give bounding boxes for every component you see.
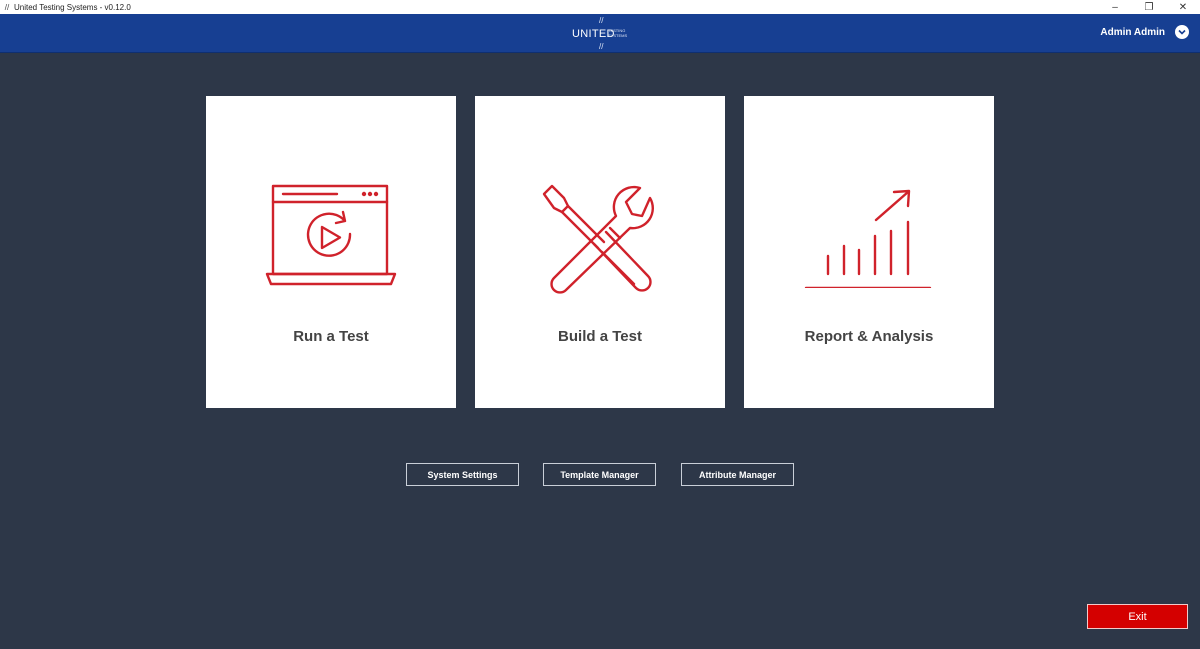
logo-subtext: TESTING SYSTEMS: [608, 28, 627, 38]
window-title: United Testing Systems - v0.12.0: [14, 2, 131, 12]
restore-icon[interactable]: ❐: [1132, 0, 1166, 14]
user-name: Admin Admin: [1100, 26, 1165, 38]
app-header: // UNITED TESTING SYSTEMS // Admin Admin: [0, 14, 1200, 53]
run-test-card[interactable]: Run a Test: [206, 96, 456, 408]
chevron-down-icon[interactable]: [1175, 25, 1189, 39]
logo-slash-bottom: //: [599, 42, 604, 51]
build-test-label: Build a Test: [558, 328, 642, 345]
bar-chart-growth-icon: [804, 189, 932, 288]
report-analysis-label: Report & Analysis: [804, 328, 934, 345]
minimize-icon[interactable]: –: [1098, 0, 1132, 14]
tools-icon: [542, 184, 654, 294]
template-manager-button[interactable]: Template Manager: [543, 463, 656, 486]
build-test-card[interactable]: Build a Test: [475, 96, 725, 408]
attribute-manager-button[interactable]: Attribute Manager: [681, 463, 794, 486]
system-settings-button[interactable]: System Settings: [406, 463, 519, 486]
app-logo-icon: //: [4, 2, 10, 12]
brand-logo: // UNITED TESTING SYSTEMS //: [572, 16, 634, 52]
logo-slash-top: //: [599, 16, 604, 25]
close-icon[interactable]: ✕: [1166, 0, 1200, 14]
logo-subtext-systems: SYSTEMS: [608, 33, 628, 38]
exit-button[interactable]: Exit: [1087, 604, 1188, 629]
window-controls: – ❐ ✕: [1098, 0, 1200, 14]
user-menu[interactable]: Admin Admin: [1100, 25, 1189, 39]
report-analysis-card[interactable]: Report & Analysis: [744, 96, 994, 408]
run-test-label: Run a Test: [293, 328, 369, 345]
window-titlebar: // United Testing Systems - v0.12.0 – ❐ …: [0, 0, 1200, 14]
laptop-play-icon: [265, 184, 397, 286]
